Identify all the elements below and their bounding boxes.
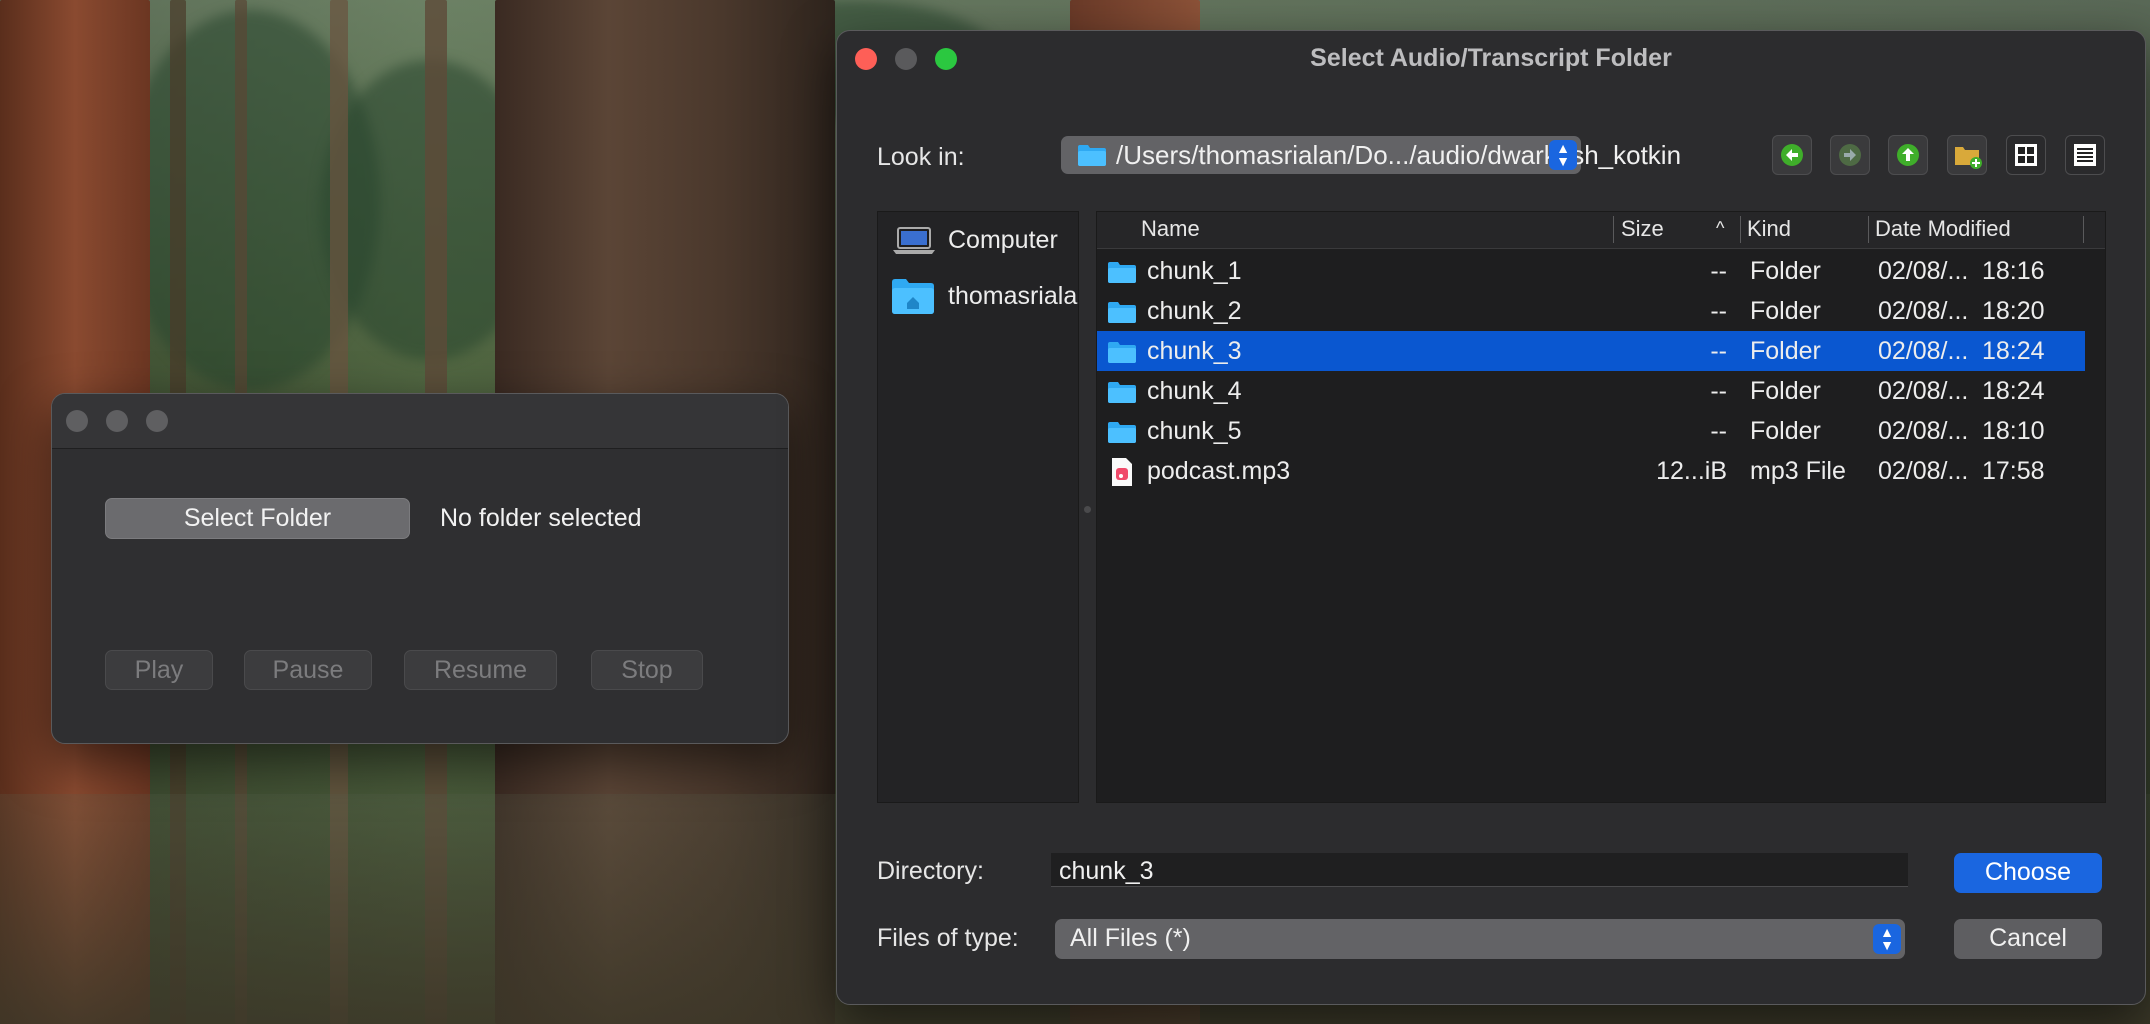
audio-file-icon xyxy=(1112,458,1132,486)
forward-button[interactable] xyxy=(1830,135,1870,175)
folder-icon xyxy=(1108,342,1136,363)
table-row[interactable]: chunk_5 -- Folder 02/08/... 18:10 xyxy=(1097,411,2085,451)
column-separator[interactable] xyxy=(1613,216,1614,243)
directory-label: Directory: xyxy=(877,857,984,885)
table-row[interactable]: podcast.mp3 12...iB mp3 File 02/08/... 17:58 xyxy=(1097,451,2085,491)
minimize-button[interactable] xyxy=(106,410,128,432)
file-size: 12...iB xyxy=(1656,457,1727,485)
file-date: 02/08/... xyxy=(1878,297,1969,325)
file-name: chunk_1 xyxy=(1147,257,1242,285)
file-name: chunk_3 xyxy=(1147,337,1242,365)
forward-arrow-icon xyxy=(1839,144,1861,166)
up-button[interactable] xyxy=(1888,135,1928,175)
file-time: 18:24 xyxy=(1982,337,2045,365)
file-list: Name Size ^ Kind Date Modified chunk_1 --… xyxy=(1096,211,2106,803)
folder-icon xyxy=(1108,422,1136,443)
column-separator[interactable] xyxy=(1868,216,1869,243)
file-date: 02/08/... xyxy=(1878,457,1969,485)
file-date: 02/08/... xyxy=(1878,337,1969,365)
file-time: 18:24 xyxy=(1982,377,2045,405)
sidebar: Computer thomasrialan xyxy=(877,211,1079,803)
file-name: chunk_4 xyxy=(1147,377,1242,405)
file-date: 02/08/... xyxy=(1878,257,1969,285)
files-of-type-value: All Files (*) xyxy=(1070,924,1191,952)
icon-view-button[interactable] xyxy=(2006,135,2046,175)
file-name: chunk_5 xyxy=(1147,417,1242,445)
file-kind: Folder xyxy=(1750,337,1821,365)
main-window: Select Folder No folder selected Play Pa… xyxy=(51,393,789,744)
up-arrow-icon xyxy=(1897,144,1919,166)
file-size: -- xyxy=(1710,417,1727,445)
directory-input[interactable]: chunk_3 xyxy=(1051,853,1908,887)
file-kind: Folder xyxy=(1750,377,1821,405)
select-folder-button[interactable]: Select Folder xyxy=(105,498,410,539)
column-header-date-modified[interactable]: Date Modified xyxy=(1875,216,2011,242)
column-separator[interactable] xyxy=(2083,216,2084,243)
file-time: 17:58 xyxy=(1982,457,2045,485)
list-view-icon xyxy=(2074,144,2096,166)
table-row[interactable]: chunk_2 -- Folder 02/08/... 18:20 xyxy=(1097,291,2085,331)
file-kind: Folder xyxy=(1750,297,1821,325)
file-size: -- xyxy=(1710,297,1727,325)
file-size: -- xyxy=(1710,377,1727,405)
back-button[interactable] xyxy=(1772,135,1812,175)
file-date: 02/08/... xyxy=(1878,377,1969,405)
sidebar-item-label: thomasrialan xyxy=(948,282,1079,310)
play-button[interactable]: Play xyxy=(105,650,213,690)
path-combo[interactable]: /Users/thomasrialan/Do.../audio/dwarkesh… xyxy=(1061,136,1681,174)
files-of-type-select[interactable]: All Files (*) ▲ ▼ xyxy=(1055,919,1905,959)
folder-icon xyxy=(1108,382,1136,403)
sort-ascending-icon: ^ xyxy=(1716,218,1725,238)
new-folder-icon xyxy=(1955,147,1982,169)
file-name: podcast.mp3 xyxy=(1147,457,1291,485)
file-time: 18:16 xyxy=(1982,257,2045,285)
folder-icon xyxy=(1108,262,1136,283)
column-header-size[interactable]: Size xyxy=(1621,216,1664,242)
resume-button[interactable]: Resume xyxy=(404,650,557,690)
icon-view-icon xyxy=(2015,144,2037,166)
cancel-button[interactable]: Cancel xyxy=(1954,919,2102,959)
column-header-kind[interactable]: Kind xyxy=(1747,216,1791,242)
dialog-titlebar: Select Audio/Transcript Folder xyxy=(837,31,2145,87)
chevron-updown-icon: ▲ ▼ xyxy=(1549,140,1577,170)
close-button[interactable] xyxy=(66,410,88,432)
column-separator[interactable] xyxy=(1740,216,1741,243)
table-row[interactable]: chunk_1 -- Folder 02/08/... 18:16 xyxy=(1097,251,2085,291)
file-size: -- xyxy=(1710,337,1727,365)
column-header-name[interactable]: Name xyxy=(1141,216,1200,242)
sidebar-item-label: Computer xyxy=(948,226,1058,254)
folder-icon xyxy=(1078,145,1106,166)
file-kind: Folder xyxy=(1750,417,1821,445)
folder-icon xyxy=(1108,302,1136,323)
path-text: /Users/thomasrialan/Do.../audio/dwarkesh… xyxy=(1116,140,1682,170)
file-kind: Folder xyxy=(1750,257,1821,285)
choose-button[interactable]: Choose xyxy=(1954,853,2102,893)
zoom-button[interactable] xyxy=(146,410,168,432)
dialog-title: Select Audio/Transcript Folder xyxy=(1310,44,1672,72)
table-header: Name Size ^ Kind Date Modified xyxy=(1097,212,2105,249)
table-row[interactable]: chunk_3 -- Folder 02/08/... 18:24 xyxy=(1097,331,2085,371)
main-window-titlebar xyxy=(52,394,788,449)
splitter-handle[interactable] xyxy=(1084,506,1091,513)
home-folder-icon xyxy=(892,279,934,314)
pause-button[interactable]: Pause xyxy=(244,650,372,690)
table-row[interactable]: chunk_4 -- Folder 02/08/... 18:24 xyxy=(1097,371,2085,411)
stop-button[interactable]: Stop xyxy=(591,650,703,690)
file-dialog: Select Audio/Transcript Folder Look in: … xyxy=(836,30,2146,1005)
file-name: chunk_2 xyxy=(1147,297,1242,325)
file-kind: mp3 File xyxy=(1750,457,1846,485)
back-arrow-icon xyxy=(1781,144,1803,166)
computer-icon xyxy=(893,227,935,254)
new-folder-button[interactable] xyxy=(1947,135,1987,175)
files-of-type-label: Files of type: xyxy=(877,924,1019,952)
folder-status-text: No folder selected xyxy=(440,504,642,532)
file-date: 02/08/... xyxy=(1878,417,1969,445)
look-in-label: Look in: xyxy=(877,143,965,171)
file-time: 18:20 xyxy=(1982,297,2045,325)
file-size: -- xyxy=(1710,257,1727,285)
list-view-button[interactable] xyxy=(2065,135,2105,175)
chevron-updown-icon: ▲ ▼ xyxy=(1873,924,1901,954)
file-time: 18:10 xyxy=(1982,417,2045,445)
